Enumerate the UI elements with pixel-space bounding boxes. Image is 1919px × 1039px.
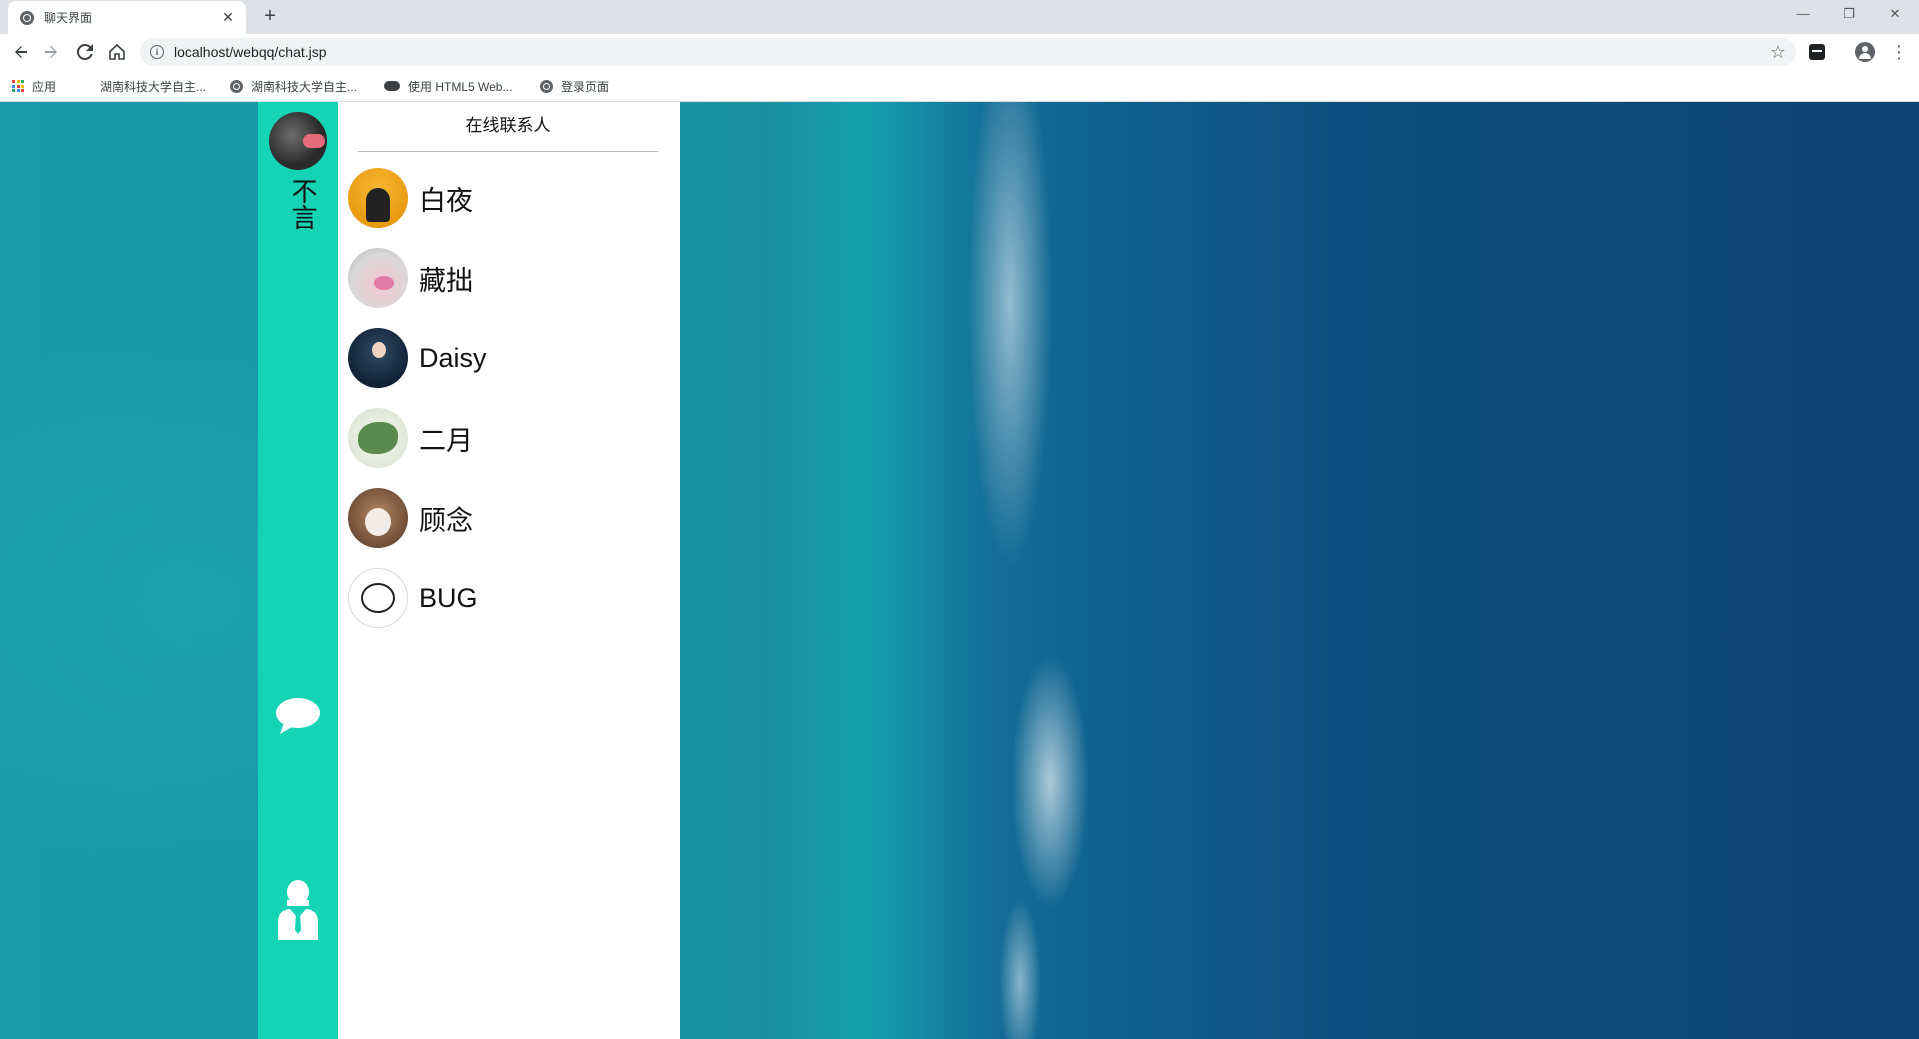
contact-item[interactable]: 藏拙 [348, 246, 668, 310]
contact-item[interactable]: 白夜 [348, 166, 668, 230]
reload-icon [77, 44, 93, 60]
contact-name: BUG [419, 582, 478, 613]
bookmark-label: 应用 [32, 79, 57, 94]
contact-item[interactable]: 二月 [348, 406, 668, 470]
tab-strip: 聊天界面 ✕ + — ❐ ✕ [0, 0, 1919, 34]
apps-grid-icon [12, 80, 24, 92]
back-button[interactable] [8, 39, 34, 65]
arrow-left-icon [15, 46, 27, 58]
chat-bubble-icon[interactable] [274, 696, 322, 736]
bookmark-label: 湖南科技大学自主... [100, 79, 207, 94]
browser-tab[interactable]: 聊天界面 ✕ [8, 1, 246, 34]
browser-toolbar: i localhost/webqq/chat.jsp ☆ ⋮ [0, 34, 1919, 70]
bookmark-star-icon[interactable]: ☆ [1770, 42, 1786, 62]
bookmark-item[interactable]: 使用 HTML5 Web... [384, 76, 512, 96]
contact-item[interactable]: 顾念 [348, 486, 668, 550]
page-viewport: 不言 在线联系人 白夜 藏拙 Daisy 二月 顾念 BUG [0, 102, 1919, 1039]
home-button[interactable] [104, 39, 130, 65]
contact-avatar [348, 568, 408, 628]
contact-avatar [348, 488, 408, 548]
more-menu-icon[interactable]: ⋮ [1890, 41, 1908, 63]
profile-icon[interactable] [1855, 42, 1875, 62]
bookmark-label: 湖南科技大学自主... [251, 79, 358, 94]
extension-icon[interactable] [1809, 44, 1825, 60]
home-icon [109, 44, 125, 60]
globe-icon [540, 79, 553, 93]
contact-name: 白夜 [419, 185, 473, 216]
contact-name: 藏拙 [419, 265, 473, 296]
user-avatar[interactable] [269, 112, 327, 170]
address-bar[interactable]: i localhost/webqq/chat.jsp ☆ [140, 38, 1796, 66]
forward-button[interactable] [38, 39, 64, 65]
contact-name: 二月 [419, 425, 473, 456]
bookmark-item[interactable]: 湖南科技大学自主... [100, 76, 206, 96]
contact-panel: 在线联系人 白夜 藏拙 Daisy 二月 顾念 BUG [338, 102, 680, 1039]
new-tab-button[interactable]: + [258, 4, 282, 28]
bookmark-apps[interactable]: 应用 [12, 76, 56, 96]
info-icon[interactable]: i [150, 45, 164, 59]
contact-panel-title: 在线联系人 [358, 102, 658, 152]
bookmark-item[interactable]: 登录页面 [540, 76, 609, 96]
arrow-right-icon [45, 46, 57, 58]
app-sidebar: 不言 [258, 102, 338, 1039]
bookmark-item[interactable]: 湖南科技大学自主... [230, 76, 357, 96]
address-url[interactable]: localhost/webqq/chat.jsp [174, 44, 327, 60]
contact-item[interactable]: Daisy [348, 326, 668, 390]
contact-item[interactable]: BUG [348, 566, 668, 630]
user-name: 不言 [288, 178, 318, 230]
contact-avatar [348, 248, 408, 308]
bookmark-label: 登录页面 [561, 79, 610, 94]
contact-avatar [348, 328, 408, 388]
window-minimize-button[interactable]: — [1780, 0, 1826, 28]
contact-avatar [348, 168, 408, 228]
contact-name: 顾念 [419, 505, 473, 536]
cloud-icon [384, 81, 400, 91]
window-maximize-button[interactable]: ❐ [1826, 0, 1872, 28]
reload-button[interactable] [72, 39, 98, 65]
tab-title: 聊天界面 [44, 11, 93, 25]
window-close-button[interactable]: ✕ [1872, 0, 1918, 28]
tab-close-button[interactable]: ✕ [220, 9, 236, 26]
contact-name: Daisy [419, 342, 487, 373]
bookmarks-bar: 应用 湖南科技大学自主... 湖南科技大学自主... 使用 HTML5 Web.… [0, 70, 1919, 102]
globe-icon [230, 79, 243, 93]
globe-icon [20, 10, 34, 25]
bookmark-label: 使用 HTML5 Web... [408, 79, 513, 94]
contacts-person-icon[interactable] [276, 880, 320, 942]
contact-avatar [348, 408, 408, 468]
